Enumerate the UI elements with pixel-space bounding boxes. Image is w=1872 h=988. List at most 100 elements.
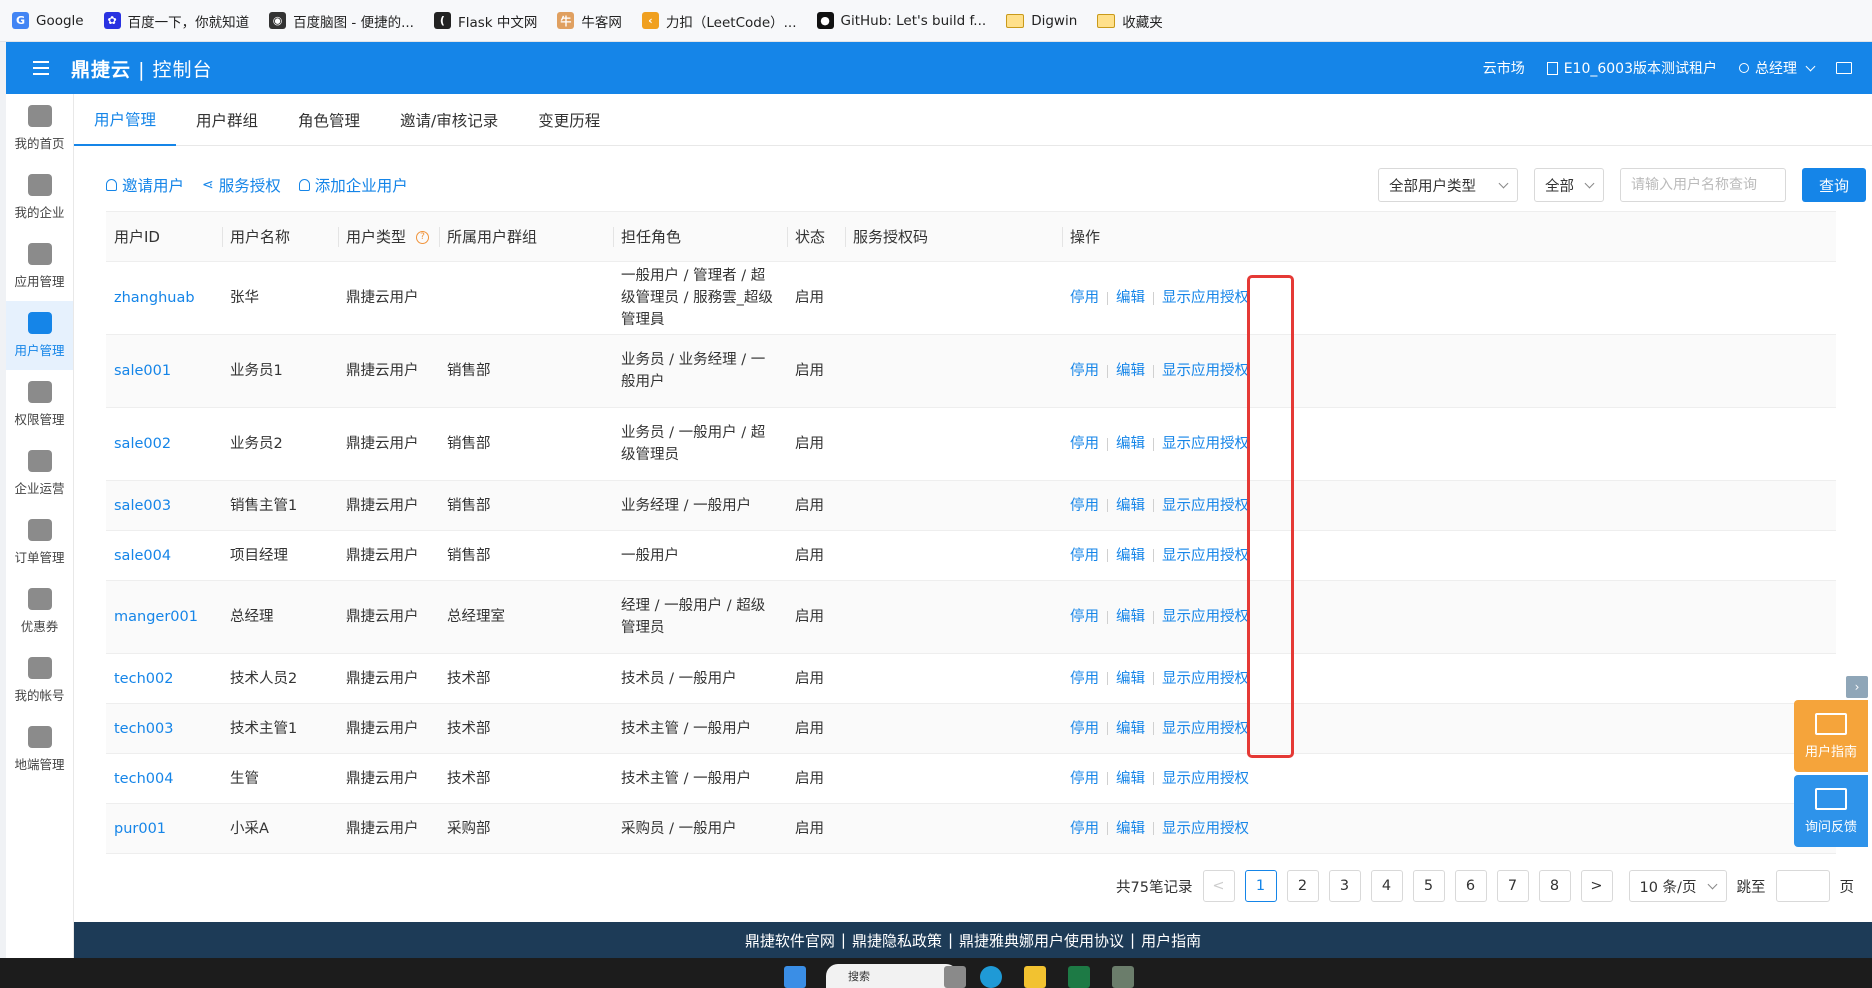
edit-button[interactable]: 编辑 — [1116, 495, 1145, 517]
show-app-auth-button[interactable]: 显示应用授权 — [1162, 495, 1249, 517]
bookmark-item[interactable]: ‹ 力扣（LeetCode）... — [641, 11, 797, 31]
user-id-link[interactable]: sale001 — [114, 363, 171, 379]
bookmark-item[interactable]: ◉ 百度脑图 - 便捷的... — [269, 11, 414, 31]
edit-button[interactable]: 编辑 — [1116, 668, 1145, 690]
edit-button[interactable]: 编辑 — [1116, 433, 1145, 455]
user-id-link[interactable]: manger001 — [114, 609, 198, 625]
app-icon[interactable] — [1112, 966, 1134, 988]
menu-toggle-icon[interactable] — [33, 61, 49, 75]
disable-button[interactable]: 停用 — [1070, 433, 1099, 455]
taskbar-search[interactable]: 搜索 — [826, 964, 958, 988]
footer-link-user-agreement[interactable]: 鼎捷雅典娜用户使用协议 — [959, 930, 1124, 951]
status-select[interactable]: 全部 — [1534, 168, 1604, 202]
sidebar-item[interactable]: 我的帐号 — [6, 646, 73, 715]
disable-button[interactable]: 停用 — [1070, 360, 1099, 382]
edit-button[interactable]: 编辑 — [1116, 360, 1145, 382]
mail-button[interactable] — [1836, 62, 1852, 74]
taskview-icon[interactable] — [944, 966, 966, 988]
page-size-select[interactable]: 10 条/页 — [1628, 870, 1727, 902]
sidebar-item[interactable]: 优惠券 — [6, 577, 73, 646]
disable-button[interactable]: 停用 — [1070, 818, 1099, 840]
bookmark-item[interactable]: 牛牛客网 — [557, 11, 622, 31]
page-number-button[interactable]: 2 — [1286, 870, 1319, 902]
show-app-auth-button[interactable]: 显示应用授权 — [1162, 606, 1249, 628]
sidebar-item[interactable]: 我的首页 — [6, 94, 73, 163]
show-app-auth-button[interactable]: 显示应用授权 — [1162, 768, 1249, 790]
footer-link-official-site[interactable]: 鼎捷软件官网 — [745, 930, 835, 951]
bookmark-item[interactable]: ● GitHub: Let's build f... — [816, 12, 986, 29]
user-id-link[interactable]: sale003 — [114, 498, 171, 514]
footer-link-user-guide[interactable]: 用户指南 — [1141, 930, 1201, 951]
edit-button[interactable]: 编辑 — [1116, 545, 1145, 567]
collapse-float-button[interactable]: › — [1846, 676, 1868, 698]
page-number-button[interactable]: 1 — [1244, 870, 1277, 902]
jump-page-input[interactable] — [1775, 870, 1830, 902]
help-icon[interactable]: ? — [416, 231, 430, 244]
user-id-link[interactable]: sale002 — [114, 436, 171, 452]
disable-button[interactable]: 停用 — [1070, 718, 1099, 740]
next-page-button[interactable]: > — [1580, 870, 1613, 902]
tenant-switcher[interactable]: E10_6003版本测试租户 — [1546, 58, 1717, 78]
tab-item[interactable]: 用户群组 — [176, 94, 278, 146]
user-guide-float-button[interactable]: 用户指南 — [1794, 700, 1868, 772]
user-id-link[interactable]: zhanghuab — [114, 290, 195, 306]
show-app-auth-button[interactable]: 显示应用授权 — [1162, 545, 1249, 567]
tab-item[interactable]: 邀请/审核记录 — [380, 94, 518, 146]
sidebar-item[interactable]: 权限管理 — [6, 370, 73, 439]
windows-start-icon[interactable] — [784, 966, 806, 988]
edit-button[interactable]: 编辑 — [1116, 718, 1145, 740]
feedback-float-button[interactable]: 询问反馈 — [1794, 775, 1868, 847]
show-app-auth-button[interactable]: 显示应用授权 — [1162, 287, 1249, 309]
bookmark-item[interactable]: G Google — [12, 12, 84, 29]
edit-button[interactable]: 编辑 — [1116, 768, 1145, 790]
user-id-link[interactable]: sale004 — [114, 548, 171, 564]
user-id-link[interactable]: tech002 — [114, 671, 173, 687]
sidebar-item[interactable]: 用户管理 — [6, 301, 73, 370]
sidebar-item[interactable]: 企业运营 — [6, 439, 73, 508]
disable-button[interactable]: 停用 — [1070, 768, 1099, 790]
bookmark-item[interactable]: ✿ 百度一下，你就知道 — [103, 11, 249, 31]
disable-button[interactable]: 停用 — [1070, 545, 1099, 567]
show-app-auth-button[interactable]: 显示应用授权 — [1162, 818, 1249, 840]
tab-item[interactable]: 角色管理 — [278, 94, 380, 146]
cloud-market-link[interactable]: 云市场 — [1483, 58, 1525, 78]
disable-button[interactable]: 停用 — [1070, 287, 1099, 309]
show-app-auth-button[interactable]: 显示应用授权 — [1162, 360, 1249, 382]
user-menu[interactable]: 总经理 — [1739, 58, 1816, 78]
service-authorize-button[interactable]: ⋖ 服务授权 — [202, 174, 281, 196]
edge-browser-icon[interactable] — [980, 966, 1002, 988]
user-type-select[interactable]: 全部用户类型 — [1378, 168, 1518, 202]
page-number-button[interactable]: 8 — [1538, 870, 1571, 902]
page-number-button[interactable]: 3 — [1328, 870, 1361, 902]
excel-icon[interactable] — [1068, 966, 1090, 988]
file-explorer-icon[interactable] — [1024, 966, 1046, 988]
bookmark-item[interactable]: 收藏夹 — [1097, 11, 1163, 31]
disable-button[interactable]: 停用 — [1070, 668, 1099, 690]
user-id-link[interactable]: tech003 — [114, 721, 173, 737]
show-app-auth-button[interactable]: 显示应用授权 — [1162, 433, 1249, 455]
user-name-search-input[interactable] — [1620, 168, 1786, 202]
tab-item[interactable]: 变更历程 — [518, 94, 620, 146]
show-app-auth-button[interactable]: 显示应用授权 — [1162, 718, 1249, 740]
page-number-button[interactable]: 6 — [1454, 870, 1487, 902]
page-number-button[interactable]: 4 — [1370, 870, 1403, 902]
edit-button[interactable]: 编辑 — [1116, 818, 1145, 840]
sidebar-item[interactable]: 应用管理 — [6, 232, 73, 301]
user-id-link[interactable]: tech004 — [114, 771, 173, 787]
query-button[interactable]: 查询 — [1802, 168, 1866, 202]
bookmark-item[interactable]: (Flask 中文网 — [433, 11, 537, 31]
page-number-button[interactable]: 7 — [1496, 870, 1529, 902]
show-app-auth-button[interactable]: 显示应用授权 — [1162, 668, 1249, 690]
sidebar-item[interactable]: 订单管理 — [6, 508, 73, 577]
page-number-button[interactable]: 5 — [1412, 870, 1445, 902]
add-enterprise-user-button[interactable]: 添加企业用户 — [298, 174, 408, 196]
tab-item[interactable]: 用户管理 — [74, 94, 177, 146]
footer-link-privacy[interactable]: 鼎捷隐私政策 — [852, 930, 942, 951]
user-id-link[interactable]: pur001 — [114, 821, 166, 837]
sidebar-item[interactable]: 地端管理 — [6, 715, 73, 784]
invite-user-button[interactable]: 邀请用户 — [106, 174, 184, 196]
edit-button[interactable]: 编辑 — [1116, 606, 1145, 628]
edit-button[interactable]: 编辑 — [1116, 287, 1145, 309]
disable-button[interactable]: 停用 — [1070, 495, 1099, 517]
bookmark-item[interactable]: Digwin — [1006, 13, 1077, 29]
